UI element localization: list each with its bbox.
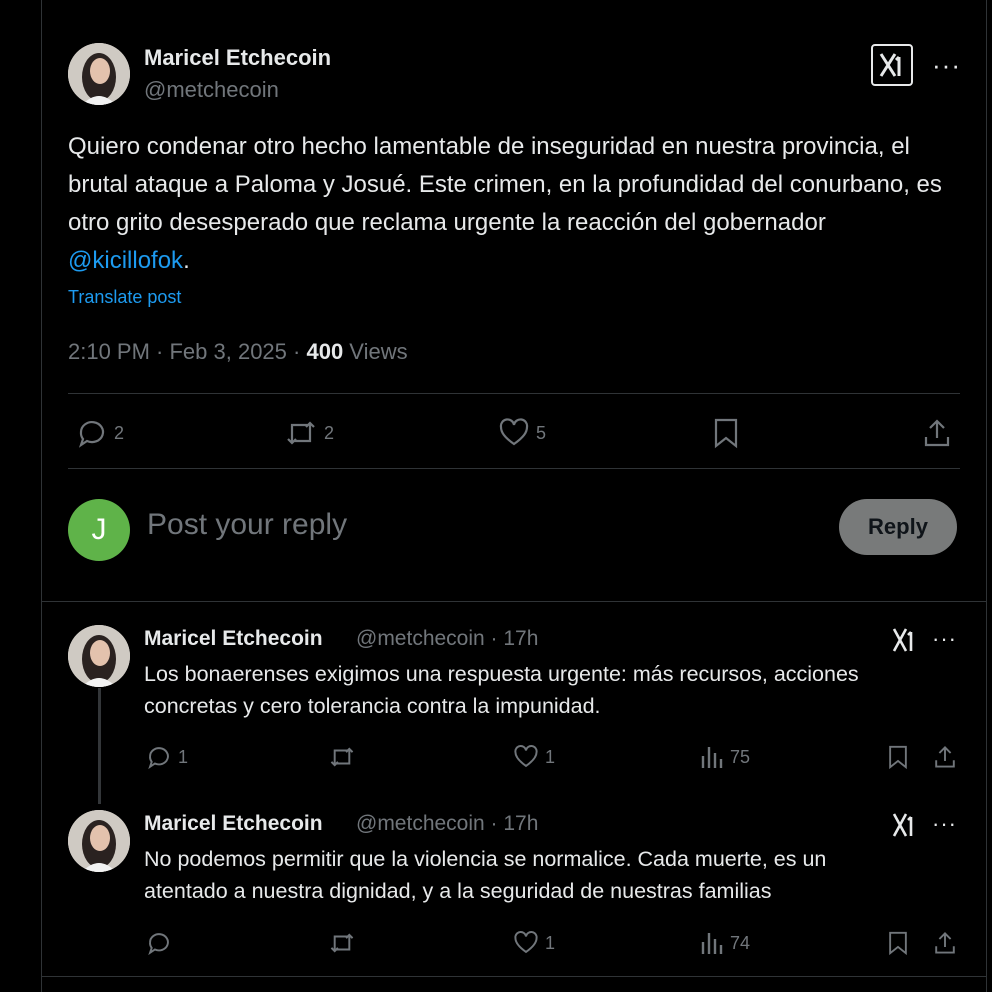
views-action[interactable]: 74: [700, 930, 750, 956]
divider: [68, 393, 960, 394]
views-action[interactable]: 75: [700, 744, 750, 770]
more-icon[interactable]: ···: [932, 52, 961, 78]
author-name[interactable]: Maricel Etchecoin: [144, 45, 331, 71]
reply-count: 2: [114, 422, 125, 443]
repost-icon: [330, 933, 354, 953]
x-logo-icon[interactable]: [892, 812, 918, 843]
reply-author-avatar[interactable]: [68, 625, 130, 687]
share-action[interactable]: [933, 744, 957, 770]
reply-action[interactable]: 1: [146, 744, 188, 770]
mention-link[interactable]: @kicillofok: [68, 247, 183, 274]
reply-action[interactable]: 2: [76, 417, 124, 449]
more-icon[interactable]: ···: [932, 813, 957, 835]
views-label: Views: [343, 339, 408, 364]
like-count: 1: [545, 932, 556, 953]
author-avatar[interactable]: [68, 43, 130, 105]
repost-icon: [287, 421, 315, 445]
like-icon: [514, 931, 538, 954]
post-meta: 2:10 PM · Feb 3, 2025 · 400 Views: [68, 339, 408, 365]
reply-action[interactable]: [146, 930, 178, 956]
reply-meta[interactable]: @metchecoin · 17h: [356, 812, 538, 836]
views-icon: [701, 747, 723, 768]
divider: [41, 976, 986, 977]
bookmark-action[interactable]: [712, 417, 740, 449]
column-border-left: [41, 0, 42, 992]
divider: [41, 601, 986, 602]
like-action[interactable]: 1: [513, 744, 555, 770]
reply-text-line-2: concretas y cero tolerancia contra la im…: [144, 694, 601, 718]
reply-meta[interactable]: @metchecoin · 17h: [356, 627, 538, 651]
repost-action[interactable]: [328, 744, 362, 770]
views-count: 400: [306, 339, 344, 364]
post-text: Quiero condenar otro hecho lamentable de…: [68, 133, 942, 274]
reply-icon: [78, 421, 105, 448]
column-border-right: [986, 0, 987, 992]
bookmark-icon: [714, 418, 738, 449]
reply-button[interactable]: Reply: [839, 499, 957, 555]
share-icon: [924, 419, 950, 447]
bookmark-icon: [889, 745, 907, 770]
more-icon[interactable]: ···: [932, 628, 957, 650]
current-user-avatar[interactable]: J: [68, 499, 130, 561]
reply-icon: [148, 747, 169, 770]
reply-count: 1: [178, 746, 189, 767]
divider: [68, 468, 960, 469]
like-action[interactable]: 5: [498, 417, 546, 449]
share-icon: [935, 746, 955, 768]
reply-input[interactable]: Post your reply: [147, 508, 347, 542]
reply-text-line-1: No podemos permitir que la violencia se …: [144, 847, 827, 871]
like-count: 1: [545, 746, 556, 767]
views-count: 74: [730, 932, 751, 953]
author-handle[interactable]: @metchecoin: [144, 77, 279, 103]
share-icon: [935, 932, 955, 954]
share-action[interactable]: [933, 930, 957, 956]
reply-text-line-1: Los bonaerenses exigimos una respuesta u…: [144, 662, 859, 686]
views-count: 75: [730, 746, 751, 767]
bookmark-action[interactable]: [887, 744, 909, 770]
repost-action[interactable]: 2: [284, 417, 334, 449]
reply-author-avatar[interactable]: [68, 810, 130, 872]
share-action[interactable]: [922, 417, 952, 449]
bookmark-action[interactable]: [887, 930, 909, 956]
like-count: 5: [536, 422, 547, 443]
repost-icon: [330, 747, 354, 767]
thread-connector: [98, 688, 101, 804]
reply-author-name[interactable]: Maricel Etchecoin: [144, 812, 323, 836]
post-timestamp[interactable]: 2:10 PM · Feb 3, 2025 ·: [68, 339, 306, 364]
x-logo-icon[interactable]: [871, 44, 913, 86]
like-icon: [514, 745, 538, 768]
translate-post-link[interactable]: Translate post: [68, 287, 181, 308]
like-icon: [499, 418, 529, 446]
x-logo-icon[interactable]: [892, 627, 918, 658]
reply-author-name[interactable]: Maricel Etchecoin: [144, 627, 323, 651]
like-action[interactable]: 1: [513, 930, 555, 956]
reply-icon: [148, 933, 169, 956]
views-icon: [701, 933, 723, 954]
reply-text-line-2: atentado a nuestra dignidad, y a la segu…: [144, 879, 772, 903]
bookmark-icon: [889, 931, 907, 956]
repost-count: 2: [324, 422, 335, 443]
repost-action[interactable]: [328, 930, 362, 956]
